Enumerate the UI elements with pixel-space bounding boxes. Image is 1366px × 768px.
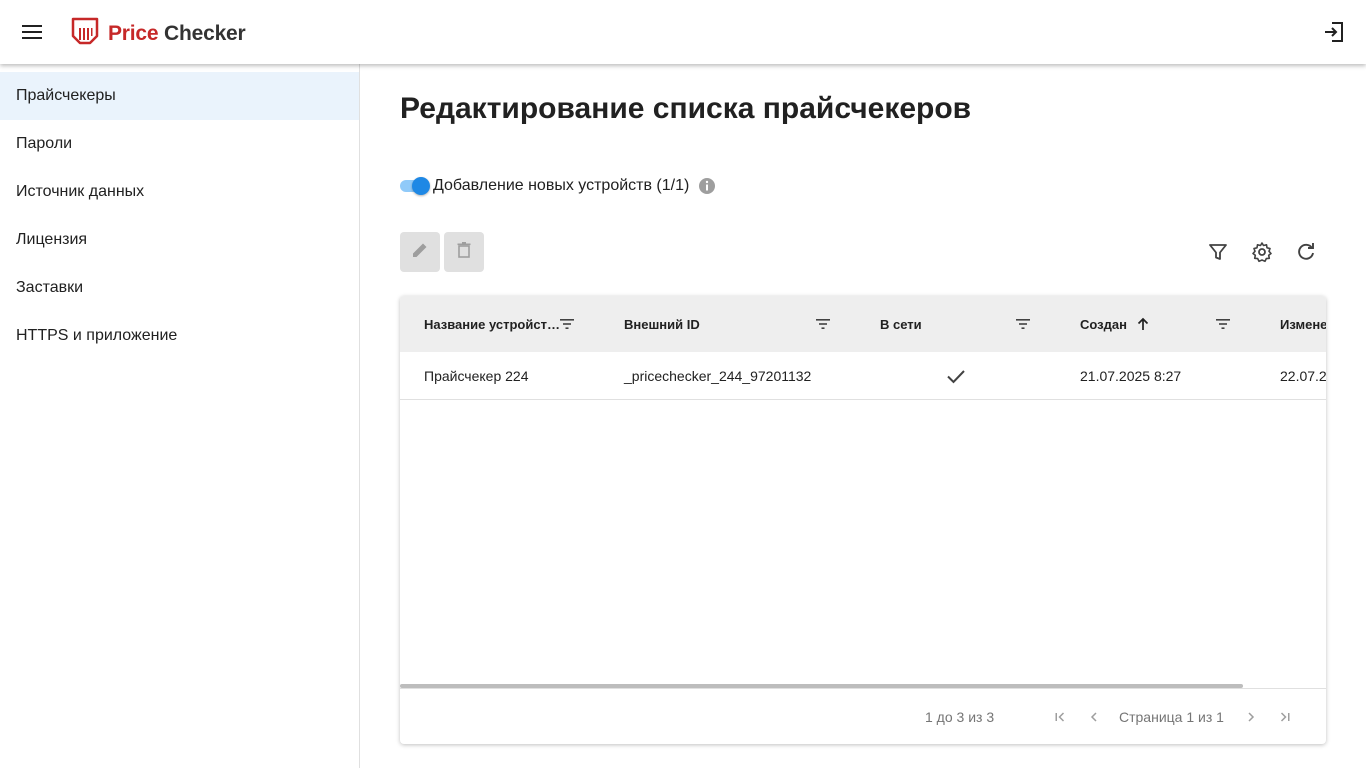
main-content: Редактирование списка прайсчекеров Добав…	[360, 64, 1366, 768]
exit-icon[interactable]	[1322, 20, 1346, 44]
settings-icon[interactable]	[1250, 240, 1274, 264]
table-row[interactable]: Прайсчекер 224 _pricechecker_244_9720113…	[400, 352, 1326, 400]
sidebar-item-data-source[interactable]: Источник данных	[0, 168, 359, 216]
logo[interactable]: Price Checker	[70, 16, 246, 51]
cell-name: Прайсчекер 224	[424, 368, 529, 384]
filter-icon[interactable]	[1206, 240, 1230, 264]
delete-icon	[454, 240, 474, 265]
column-header-online[interactable]: В сети	[880, 296, 922, 352]
devices-grid: Название устройст… Внешний ID В сети Соз…	[400, 296, 1326, 744]
sidebar-item-label: Источник данных	[16, 183, 145, 200]
sidebar-item-label: Лицензия	[16, 231, 88, 248]
brand-name: Price Checker	[108, 21, 246, 45]
add-devices-label: Добавление новых устройств (1/1)	[433, 177, 690, 194]
first-page-icon[interactable]	[1052, 709, 1068, 725]
sidebar-item-label: Прайсчекеры	[16, 87, 116, 104]
barcode-tag-icon	[70, 16, 100, 51]
info-icon[interactable]	[698, 177, 716, 195]
next-page-icon[interactable]	[1243, 709, 1259, 725]
sort-asc-icon[interactable]	[1135, 316, 1151, 332]
cell-created: 21.07.2025 8:27	[1080, 368, 1182, 384]
cell-modified: 22.07.2	[1280, 368, 1326, 384]
sidebar-item-label: HTTPS и приложение	[16, 327, 178, 344]
sidebar-item-pricecheckers[interactable]: Прайсчекеры	[0, 72, 359, 120]
column-filter-icon[interactable]	[1215, 316, 1231, 332]
sidebar-item-screensavers[interactable]: Заставки	[0, 264, 359, 312]
column-header-external-id[interactable]: Внешний ID	[624, 296, 700, 352]
column-header-modified[interactable]: Измене	[1280, 296, 1326, 352]
column-filter-icon[interactable]	[1015, 316, 1031, 332]
pagination-page: Страница 1 из 1	[1119, 709, 1224, 725]
toggle-thumb	[412, 177, 430, 195]
add-devices-toggle-row: Добавление новых устройств (1/1)	[400, 176, 716, 196]
delete-button[interactable]	[444, 232, 484, 272]
refresh-icon[interactable]	[1294, 240, 1318, 264]
column-header-name[interactable]: Название устройст…	[424, 296, 560, 352]
column-header-created[interactable]: Создан	[1080, 296, 1127, 352]
column-filter-icon[interactable]	[559, 316, 575, 332]
sidebar-item-license[interactable]: Лицензия	[0, 216, 359, 264]
app-bar: Price Checker	[0, 0, 1366, 64]
column-filter-icon[interactable]	[815, 316, 831, 332]
pagination-range: 1 до 3 из 3	[925, 709, 995, 725]
add-devices-toggle[interactable]	[400, 176, 430, 196]
edit-button[interactable]	[400, 232, 440, 272]
grid-header: Название устройст… Внешний ID В сети Соз…	[400, 296, 1326, 352]
grid-footer: 1 до 3 из 3 Страница 1 из 1	[400, 688, 1326, 744]
page-title: Редактирование списка прайсчекеров	[400, 92, 972, 125]
sidebar-item-label: Пароли	[16, 135, 73, 152]
online-check-icon	[945, 352, 967, 400]
last-page-icon[interactable]	[1277, 709, 1293, 725]
sidebar: Прайсчекеры Пароли Источник данных Лицен…	[0, 64, 360, 768]
menu-icon[interactable]	[20, 20, 44, 44]
edit-icon	[410, 240, 430, 265]
sidebar-item-https[interactable]: HTTPS и приложение	[0, 312, 359, 360]
sidebar-item-label: Заставки	[16, 279, 84, 296]
cell-external-id: _pricechecker_244_97201132	[624, 368, 812, 384]
sidebar-item-passwords[interactable]: Пароли	[0, 120, 359, 168]
prev-page-icon[interactable]	[1086, 709, 1102, 725]
